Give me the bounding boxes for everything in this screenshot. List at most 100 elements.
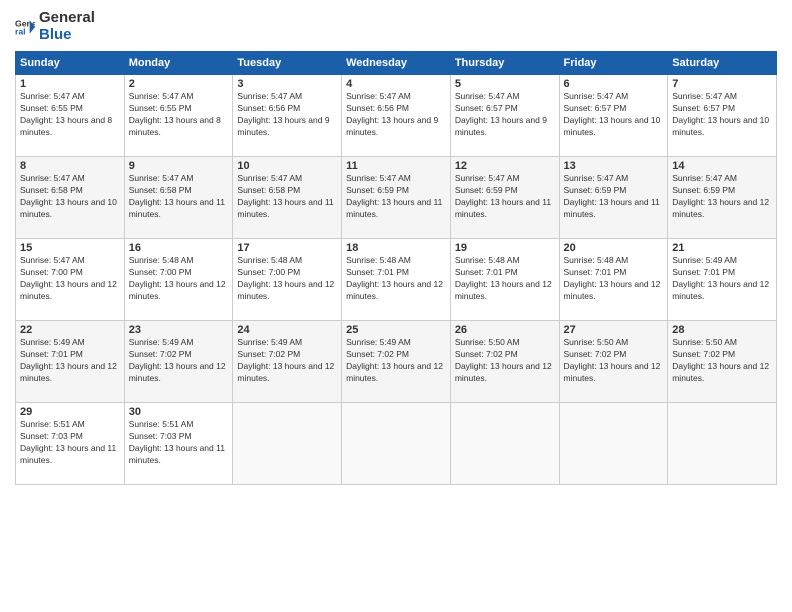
day-number: 18 xyxy=(346,242,446,254)
calendar-cell: 8 Sunrise: 5:47 AMSunset: 6:58 PMDayligh… xyxy=(16,157,125,239)
day-info: Sunrise: 5:48 AMSunset: 7:01 PMDaylight:… xyxy=(455,255,555,303)
calendar-cell: 11 Sunrise: 5:47 AMSunset: 6:59 PMDaylig… xyxy=(342,157,451,239)
day-info: Sunrise: 5:47 AMSunset: 6:59 PMDaylight:… xyxy=(346,173,446,221)
calendar-cell: 4 Sunrise: 5:47 AMSunset: 6:56 PMDayligh… xyxy=(342,75,451,157)
calendar-table: Sunday Monday Tuesday Wednesday Thursday… xyxy=(15,51,777,485)
day-number: 6 xyxy=(564,78,664,90)
day-info: Sunrise: 5:49 AMSunset: 7:02 PMDaylight:… xyxy=(129,337,229,385)
header: Gene ral General Blue xyxy=(15,10,777,43)
day-number: 8 xyxy=(20,160,120,172)
calendar-cell: 18 Sunrise: 5:48 AMSunset: 7:01 PMDaylig… xyxy=(342,239,451,321)
calendar-week-row: 8 Sunrise: 5:47 AMSunset: 6:58 PMDayligh… xyxy=(16,157,777,239)
day-info: Sunrise: 5:47 AMSunset: 6:59 PMDaylight:… xyxy=(455,173,555,221)
col-saturday: Saturday xyxy=(668,52,777,75)
calendar-cell: 3 Sunrise: 5:47 AMSunset: 6:56 PMDayligh… xyxy=(233,75,342,157)
day-number: 9 xyxy=(129,160,229,172)
calendar-cell: 23 Sunrise: 5:49 AMSunset: 7:02 PMDaylig… xyxy=(124,321,233,403)
day-number: 16 xyxy=(129,242,229,254)
calendar-cell: 14 Sunrise: 5:47 AMSunset: 6:59 PMDaylig… xyxy=(668,157,777,239)
page: Gene ral General Blue Sunday Monday xyxy=(0,0,792,612)
calendar-cell: 9 Sunrise: 5:47 AMSunset: 6:58 PMDayligh… xyxy=(124,157,233,239)
day-info: Sunrise: 5:47 AMSunset: 6:58 PMDaylight:… xyxy=(237,173,337,221)
calendar-week-row: 15 Sunrise: 5:47 AMSunset: 7:00 PMDaylig… xyxy=(16,239,777,321)
logo-icon: Gene ral xyxy=(15,17,35,37)
day-info: Sunrise: 5:47 AMSunset: 6:56 PMDaylight:… xyxy=(346,91,446,139)
day-number: 4 xyxy=(346,78,446,90)
calendar-cell xyxy=(668,403,777,485)
calendar-cell: 12 Sunrise: 5:47 AMSunset: 6:59 PMDaylig… xyxy=(450,157,559,239)
day-info: Sunrise: 5:47 AMSunset: 6:58 PMDaylight:… xyxy=(20,173,120,221)
day-info: Sunrise: 5:47 AMSunset: 7:00 PMDaylight:… xyxy=(20,255,120,303)
col-sunday: Sunday xyxy=(16,52,125,75)
day-number: 2 xyxy=(129,78,229,90)
day-number: 11 xyxy=(346,160,446,172)
day-number: 29 xyxy=(20,406,120,418)
col-monday: Monday xyxy=(124,52,233,75)
day-number: 22 xyxy=(20,324,120,336)
day-info: Sunrise: 5:48 AMSunset: 7:01 PMDaylight:… xyxy=(564,255,664,303)
day-number: 19 xyxy=(455,242,555,254)
calendar-cell: 6 Sunrise: 5:47 AMSunset: 6:57 PMDayligh… xyxy=(559,75,668,157)
calendar-cell xyxy=(450,403,559,485)
day-number: 23 xyxy=(129,324,229,336)
calendar-week-row: 22 Sunrise: 5:49 AMSunset: 7:01 PMDaylig… xyxy=(16,321,777,403)
calendar-cell: 22 Sunrise: 5:49 AMSunset: 7:01 PMDaylig… xyxy=(16,321,125,403)
calendar-week-row: 1 Sunrise: 5:47 AMSunset: 6:55 PMDayligh… xyxy=(16,75,777,157)
calendar-cell: 25 Sunrise: 5:49 AMSunset: 7:02 PMDaylig… xyxy=(342,321,451,403)
day-info: Sunrise: 5:47 AMSunset: 6:55 PMDaylight:… xyxy=(20,91,120,139)
calendar-cell: 20 Sunrise: 5:48 AMSunset: 7:01 PMDaylig… xyxy=(559,239,668,321)
day-info: Sunrise: 5:47 AMSunset: 6:56 PMDaylight:… xyxy=(237,91,337,139)
col-wednesday: Wednesday xyxy=(342,52,451,75)
day-info: Sunrise: 5:48 AMSunset: 7:00 PMDaylight:… xyxy=(237,255,337,303)
day-info: Sunrise: 5:49 AMSunset: 7:01 PMDaylight:… xyxy=(20,337,120,385)
calendar-cell: 21 Sunrise: 5:49 AMSunset: 7:01 PMDaylig… xyxy=(668,239,777,321)
day-info: Sunrise: 5:47 AMSunset: 6:57 PMDaylight:… xyxy=(672,91,772,139)
day-number: 24 xyxy=(237,324,337,336)
day-info: Sunrise: 5:51 AMSunset: 7:03 PMDaylight:… xyxy=(129,419,229,467)
day-info: Sunrise: 5:49 AMSunset: 7:02 PMDaylight:… xyxy=(237,337,337,385)
day-number: 5 xyxy=(455,78,555,90)
calendar-cell: 30 Sunrise: 5:51 AMSunset: 7:03 PMDaylig… xyxy=(124,403,233,485)
col-tuesday: Tuesday xyxy=(233,52,342,75)
logo-general: General xyxy=(39,9,95,26)
calendar-cell: 19 Sunrise: 5:48 AMSunset: 7:01 PMDaylig… xyxy=(450,239,559,321)
day-info: Sunrise: 5:49 AMSunset: 7:02 PMDaylight:… xyxy=(346,337,446,385)
day-number: 14 xyxy=(672,160,772,172)
day-info: Sunrise: 5:47 AMSunset: 6:58 PMDaylight:… xyxy=(129,173,229,221)
calendar-cell xyxy=(233,403,342,485)
calendar-cell: 29 Sunrise: 5:51 AMSunset: 7:03 PMDaylig… xyxy=(16,403,125,485)
day-info: Sunrise: 5:50 AMSunset: 7:02 PMDaylight:… xyxy=(564,337,664,385)
calendar-cell xyxy=(559,403,668,485)
calendar-cell: 27 Sunrise: 5:50 AMSunset: 7:02 PMDaylig… xyxy=(559,321,668,403)
day-number: 17 xyxy=(237,242,337,254)
calendar-week-row: 29 Sunrise: 5:51 AMSunset: 7:03 PMDaylig… xyxy=(16,403,777,485)
day-number: 12 xyxy=(455,160,555,172)
day-number: 7 xyxy=(672,78,772,90)
day-number: 1 xyxy=(20,78,120,90)
svg-text:ral: ral xyxy=(15,26,26,36)
day-info: Sunrise: 5:48 AMSunset: 7:00 PMDaylight:… xyxy=(129,255,229,303)
day-info: Sunrise: 5:49 AMSunset: 7:01 PMDaylight:… xyxy=(672,255,772,303)
day-info: Sunrise: 5:50 AMSunset: 7:02 PMDaylight:… xyxy=(672,337,772,385)
day-number: 25 xyxy=(346,324,446,336)
day-number: 26 xyxy=(455,324,555,336)
day-info: Sunrise: 5:51 AMSunset: 7:03 PMDaylight:… xyxy=(20,419,120,467)
day-info: Sunrise: 5:48 AMSunset: 7:01 PMDaylight:… xyxy=(346,255,446,303)
calendar-cell: 2 Sunrise: 5:47 AMSunset: 6:55 PMDayligh… xyxy=(124,75,233,157)
calendar-cell: 1 Sunrise: 5:47 AMSunset: 6:55 PMDayligh… xyxy=(16,75,125,157)
calendar-cell: 15 Sunrise: 5:47 AMSunset: 7:00 PMDaylig… xyxy=(16,239,125,321)
calendar-cell: 16 Sunrise: 5:48 AMSunset: 7:00 PMDaylig… xyxy=(124,239,233,321)
logo-blue: Blue xyxy=(39,26,72,43)
day-info: Sunrise: 5:47 AMSunset: 6:57 PMDaylight:… xyxy=(564,91,664,139)
calendar-header-row: Sunday Monday Tuesday Wednesday Thursday… xyxy=(16,52,777,75)
day-info: Sunrise: 5:47 AMSunset: 6:59 PMDaylight:… xyxy=(564,173,664,221)
calendar-cell xyxy=(342,403,451,485)
day-number: 3 xyxy=(237,78,337,90)
calendar-cell: 26 Sunrise: 5:50 AMSunset: 7:02 PMDaylig… xyxy=(450,321,559,403)
day-number: 21 xyxy=(672,242,772,254)
day-info: Sunrise: 5:47 AMSunset: 6:59 PMDaylight:… xyxy=(672,173,772,221)
day-info: Sunrise: 5:47 AMSunset: 6:55 PMDaylight:… xyxy=(129,91,229,139)
day-number: 28 xyxy=(672,324,772,336)
col-friday: Friday xyxy=(559,52,668,75)
calendar-cell: 28 Sunrise: 5:50 AMSunset: 7:02 PMDaylig… xyxy=(668,321,777,403)
